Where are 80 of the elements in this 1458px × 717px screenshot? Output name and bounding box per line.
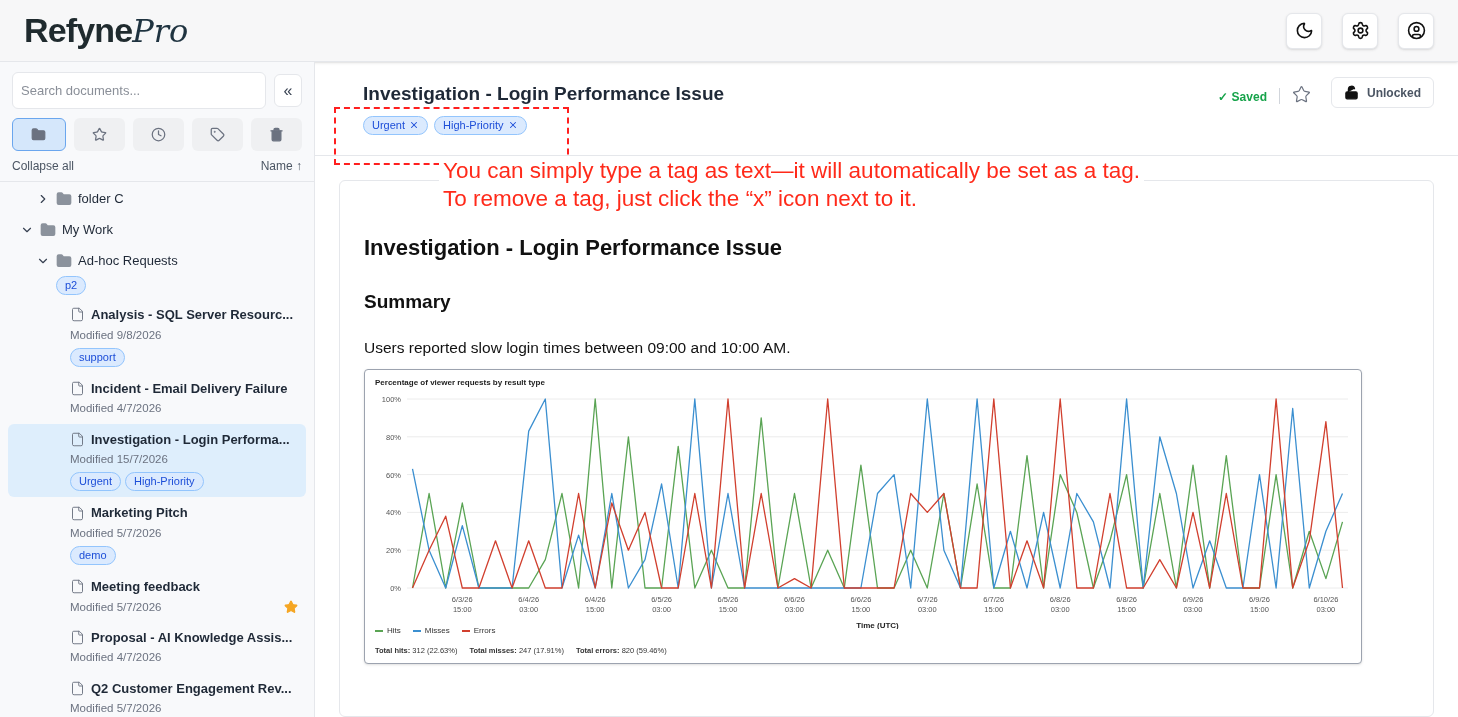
collapse-sidebar-button[interactable]: « (274, 74, 302, 107)
document-icon (70, 505, 85, 521)
unlocked-icon (1344, 85, 1359, 100)
modified-date: Modified 4/7/2026 (70, 401, 162, 417)
document-item[interactable]: Investigation - Login Performa... Modified 15/7/2026 Urgent High-Priority (8, 423, 306, 498)
view-tab[interactable] (251, 118, 302, 151)
document-title: Proposal - AI Knowledge Assis... (91, 628, 293, 647)
save-status: ✓ Saved (1218, 89, 1267, 106)
document-item[interactable]: Meeting feedback Modified 5/7/2026 (8, 571, 306, 622)
clock-icon (151, 127, 166, 142)
settings-icon (1350, 21, 1370, 40)
modified-date: Modified 5/7/2026 (70, 599, 162, 615)
trash-icon (269, 127, 284, 142)
view-tab[interactable] (192, 118, 243, 151)
tag-chip: High-Priority (125, 472, 204, 492)
document-title[interactable]: Investigation - Login Performance Issue (363, 80, 725, 109)
sort-button[interactable]: Name ↑ (260, 157, 302, 175)
tag-chip: p2 (56, 276, 87, 295)
x-axis-label: Time (UTC) (856, 621, 899, 630)
document-item[interactable]: Analysis - SQL Server Resourc... Modified 9/8/2026 support (8, 299, 306, 373)
star-icon (92, 127, 107, 142)
view-tab[interactable] (133, 118, 184, 151)
annotation-text: You can simply type a tag as text—it will automatically be set as a tag. (443, 157, 1141, 185)
folder-name[interactable]: Ad-hoc Requests (78, 250, 178, 271)
folder-name[interactable]: folder C (78, 188, 124, 209)
modified-date: Modified 4/7/2026 (70, 650, 162, 666)
modified-date: Modified 5/7/2026 (70, 525, 162, 541)
legend-label: Hits (387, 625, 401, 638)
document-item[interactable]: Marketing Pitch Modified 5/7/2026 demo (8, 497, 306, 571)
chart-title: Percentage of viewer requests by result type (375, 377, 546, 390)
remove-icon[interactable] (409, 120, 420, 130)
tag-chip: High-Priority (434, 115, 527, 135)
folder-icon (56, 252, 72, 269)
star-icon[interactable] (1292, 85, 1311, 104)
paragraph: Users reported slow login times between 09:00 and 10:00 AM. (364, 338, 792, 358)
folder-icon (40, 221, 56, 238)
document-title: Marketing Pitch (91, 504, 188, 523)
folder-icon (56, 190, 72, 207)
document-item[interactable]: Proposal - AI Knowledge Assis... Modified 4/7/2026 (8, 621, 306, 673)
document-icon (70, 431, 85, 447)
tag-icon (210, 127, 225, 142)
moon-icon (1294, 21, 1314, 40)
lock-button[interactable]: Unlocked (1331, 77, 1434, 108)
legend-label: Errors (473, 625, 496, 638)
account-button[interactable] (1398, 12, 1434, 49)
folder-icon (31, 127, 47, 142)
collapse-all-link[interactable]: Collapse all (12, 157, 75, 175)
document-title: Analysis - SQL Server Resourc... (91, 306, 294, 324)
view-tab[interactable] (74, 118, 125, 151)
star-icon[interactable] (284, 600, 298, 615)
settings-button[interactable] (1342, 12, 1378, 49)
document-item[interactable]: Q2 Customer Engagement Rev... Modified 5/7/2026 (8, 672, 306, 717)
document-item[interactable]: Incident - Email Delivery Failure Modified 4/7/2026 (8, 372, 306, 424)
annotation-text: To remove a tag, just click the “x” icon next to it. (443, 185, 918, 213)
document-icon (70, 680, 85, 696)
theme-button[interactable] (1286, 12, 1322, 49)
tag-chip: Urgent (363, 115, 429, 135)
document-heading: Investigation - Login Performance Issue (364, 233, 784, 262)
modified-date: Modified 15/7/2026 (70, 452, 168, 467)
document-icon (70, 579, 85, 595)
document-title: Q2 Customer Engagement Rev... (91, 679, 292, 698)
tag-chip: demo (70, 546, 116, 565)
modified-date: Modified 9/8/2026 (70, 327, 162, 343)
view-tab[interactable] (12, 118, 66, 151)
document-title: Investigation - Login Performa... (91, 430, 290, 449)
tag-chip: Urgent (70, 472, 122, 492)
search-field[interactable]: Search documents... (12, 72, 266, 109)
document-title: Meeting feedback (91, 578, 201, 596)
document-icon (70, 630, 85, 645)
logo[interactable]: RefynePro (24, 5, 189, 56)
user-icon (1406, 21, 1426, 40)
document-icon (70, 307, 85, 323)
remove-icon[interactable] (507, 120, 518, 130)
folder-name[interactable]: My Work (62, 219, 114, 240)
legend-label: Misses (424, 625, 450, 638)
document-title: Incident - Email Delivery Failure (91, 379, 288, 398)
modified-date: Modified 5/7/2026 (70, 701, 162, 716)
tag-chip: support (70, 347, 125, 367)
document-icon (70, 381, 85, 396)
section-heading: Summary (364, 289, 452, 314)
